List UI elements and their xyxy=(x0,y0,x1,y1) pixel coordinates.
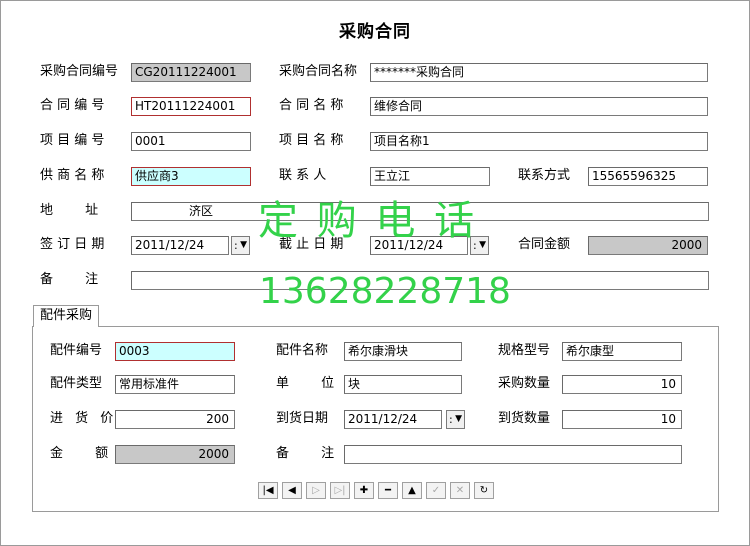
nav-cancel-button[interactable]: ✕ xyxy=(450,482,470,499)
money-field[interactable]: 2000 xyxy=(115,445,235,464)
amount-label: 合同金额 xyxy=(518,237,571,252)
contract-no-field[interactable]: CG20111224001 xyxy=(131,63,251,82)
part-type-field[interactable]: 常用标准件 xyxy=(115,375,235,394)
sign-date-field[interactable]: 2011/12/24 xyxy=(131,236,229,255)
unit-field[interactable]: 块 xyxy=(344,375,462,394)
part-no-label: 配件编号 xyxy=(50,343,103,358)
nav-post-button[interactable]: ✓ xyxy=(426,482,446,499)
hetong-name-label: 合 同 名 称 xyxy=(279,98,344,113)
nav-last-button[interactable]: ▷| xyxy=(330,482,350,499)
end-date-dropdown[interactable]: : ▼ xyxy=(470,236,489,255)
arrive-date-field[interactable]: 2011/12/24 xyxy=(344,410,442,429)
nav-insert-button[interactable]: ✚ xyxy=(354,482,374,499)
spec-label: 规格型号 xyxy=(498,343,551,358)
supplier-field[interactable]: 供应商3 xyxy=(131,167,251,186)
project-no-field[interactable]: 0001 xyxy=(131,132,251,151)
part-no-field[interactable]: 0003 xyxy=(115,342,235,361)
qty-label: 采购数量 xyxy=(498,376,551,391)
contract-name-label: 采购合同名称 xyxy=(279,64,358,79)
nav-first-button[interactable]: |◀ xyxy=(258,482,278,499)
supplier-label: 供 商 名 称 xyxy=(40,168,105,183)
price-label: 进 货 价 xyxy=(50,411,118,426)
part-name-label: 配件名称 xyxy=(276,343,329,358)
money-label: 金 额 xyxy=(50,446,123,461)
nav-refresh-button[interactable]: ↻ xyxy=(474,482,494,499)
address-field[interactable]: 济区 xyxy=(131,202,709,221)
sign-date-dropdown[interactable]: : ▼ xyxy=(231,236,250,255)
arrive-date-dropdown[interactable]: : ▼ xyxy=(446,410,465,429)
tab-parts-purchase[interactable]: 配件采购 xyxy=(33,305,99,327)
part-type-label: 配件类型 xyxy=(50,376,103,391)
part-remark-field[interactable] xyxy=(344,445,682,464)
amount-field[interactable]: 2000 xyxy=(588,236,708,255)
end-date-field[interactable]: 2011/12/24 xyxy=(370,236,468,255)
chevron-down-icon: ▼ xyxy=(479,240,486,250)
address-label: 地 址 xyxy=(40,203,113,218)
remark-label: 备 注 xyxy=(40,272,113,287)
end-date-label: 截 止 日 期 xyxy=(279,237,344,252)
spec-field[interactable]: 希尔康型 xyxy=(562,342,682,361)
project-name-label: 项 目 名 称 xyxy=(279,133,344,148)
price-field[interactable]: 200 xyxy=(115,410,235,429)
unit-label: 单 位 xyxy=(276,376,349,391)
window-title: 采购合同 xyxy=(339,22,411,42)
remark-field[interactable] xyxy=(131,271,709,290)
contact-label: 联 系 人 xyxy=(279,168,327,183)
chevron-down-icon: ▼ xyxy=(240,240,247,250)
arrive-qty-label: 到货数量 xyxy=(498,411,551,426)
phone-field[interactable]: 15565596325 xyxy=(588,167,708,186)
hetong-no-field[interactable]: HT20111224001 xyxy=(131,97,251,116)
arrive-qty-field[interactable]: 10 xyxy=(562,410,682,429)
contract-name-field[interactable]: *******采购合同 xyxy=(370,63,708,82)
nav-edit-button[interactable]: ▲ xyxy=(402,482,422,499)
contact-field[interactable]: 王立江 xyxy=(370,167,490,186)
arrive-date-label: 到货日期 xyxy=(276,411,329,426)
project-no-label: 项 目 编 号 xyxy=(40,133,105,148)
nav-delete-button[interactable]: ━ xyxy=(378,482,398,499)
part-name-field[interactable]: 希尔康滑块 xyxy=(344,342,462,361)
qty-field[interactable]: 10 xyxy=(562,375,682,394)
part-remark-label: 备 注 xyxy=(276,446,349,461)
sign-date-label: 签 订 日 期 xyxy=(40,237,105,252)
nav-prior-button[interactable]: ◀ xyxy=(282,482,302,499)
chevron-down-icon: ▼ xyxy=(455,414,462,424)
hetong-no-label: 合 同 编 号 xyxy=(40,98,105,113)
phone-label: 联系方式 xyxy=(518,168,571,183)
nav-next-button[interactable]: ▷ xyxy=(306,482,326,499)
hetong-name-field[interactable]: 维修合同 xyxy=(370,97,708,116)
contract-no-label: 采购合同编号 xyxy=(40,64,119,79)
project-name-field[interactable]: 项目名称1 xyxy=(370,132,708,151)
